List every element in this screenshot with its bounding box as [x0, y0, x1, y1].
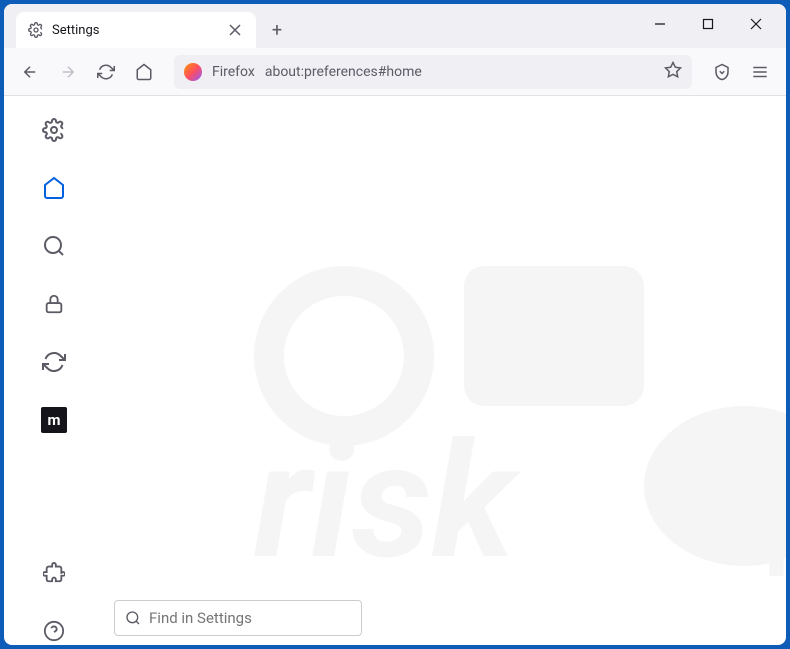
svg-text:risk: risk	[254, 409, 522, 596]
tab-title: Settings	[52, 23, 218, 38]
url-brand: Firefox	[212, 64, 255, 80]
browser-window: Settings +	[4, 4, 786, 645]
menu-button[interactable]	[744, 56, 776, 88]
sidebar-sync[interactable]	[40, 348, 68, 376]
maximize-button[interactable]	[684, 4, 732, 44]
sidebar-more[interactable]: m	[40, 406, 68, 434]
search-icon	[125, 610, 141, 626]
new-tab-button[interactable]: +	[262, 15, 292, 45]
tab-settings[interactable]: Settings	[16, 12, 256, 48]
close-icon[interactable]	[226, 21, 244, 39]
watermark: risk m	[224, 226, 786, 645]
close-button[interactable]	[732, 4, 780, 44]
home-button[interactable]	[128, 56, 160, 88]
sidebar-privacy[interactable]	[40, 290, 68, 318]
back-button[interactable]	[14, 56, 46, 88]
sidebar-help[interactable]	[40, 617, 68, 645]
sidebar-general[interactable]	[40, 116, 68, 144]
url-bar[interactable]: Firefox about:preferences#home	[174, 55, 692, 89]
sidebar-search[interactable]	[40, 232, 68, 260]
gear-icon	[28, 22, 44, 38]
titlebar: Settings +	[4, 4, 786, 48]
sidebar: m	[4, 96, 114, 645]
reload-button[interactable]	[90, 56, 122, 88]
sidebar-home[interactable]	[40, 174, 68, 202]
minimize-button[interactable]	[636, 4, 684, 44]
svg-text:m: m	[764, 484, 786, 601]
sidebar-extensions[interactable]	[40, 559, 68, 587]
content: m risk m	[4, 96, 786, 645]
window-controls	[636, 4, 780, 44]
firefox-logo-icon	[184, 63, 202, 81]
toolbar: Firefox about:preferences#home	[4, 48, 786, 96]
url-text: about:preferences#home	[265, 64, 422, 80]
settings-search[interactable]	[114, 600, 362, 636]
settings-search-input[interactable]	[149, 609, 351, 627]
bookmark-star-icon[interactable]	[664, 61, 682, 83]
main-panel: risk m Home Restore Defaults Restore Def…	[114, 96, 786, 645]
m-icon: m	[41, 407, 67, 433]
pocket-button[interactable]	[706, 56, 738, 88]
forward-button[interactable]	[52, 56, 84, 88]
